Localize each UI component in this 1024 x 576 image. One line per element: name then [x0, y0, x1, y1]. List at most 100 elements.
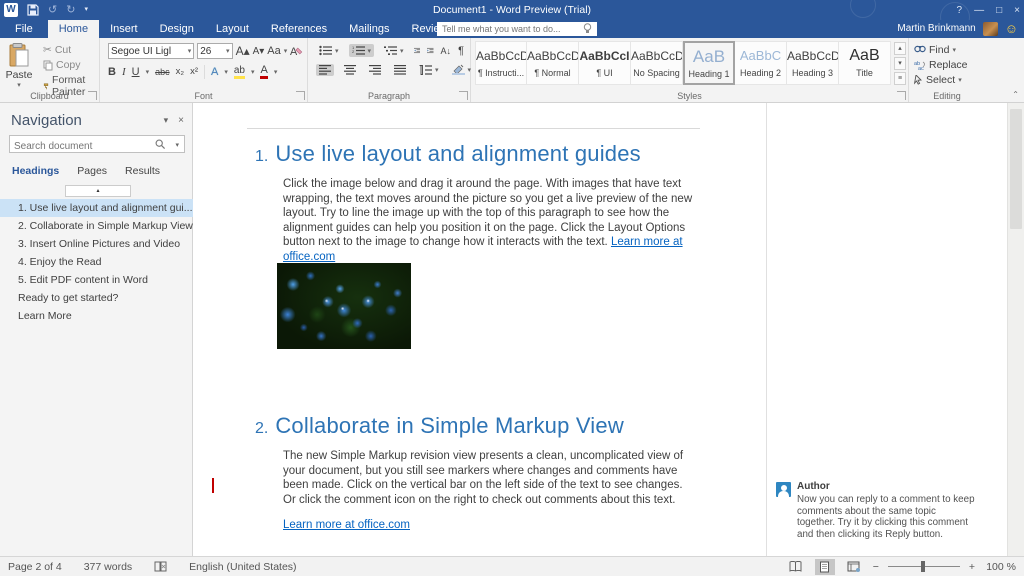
word-count[interactable]: 377 words — [84, 561, 132, 573]
select-dropdown-icon[interactable]: ▾ — [958, 76, 962, 84]
maximize-icon[interactable]: □ — [996, 5, 1002, 16]
vertical-scrollbar[interactable] — [1007, 103, 1024, 556]
nav-close-icon[interactable]: × — [178, 115, 184, 126]
style-instruction[interactable]: AaBbCcD ¶ Instructi... — [475, 41, 527, 85]
line-spacing-button[interactable]: ▾ — [416, 64, 442, 76]
proofing-status-icon[interactable] — [154, 561, 167, 572]
align-center-button[interactable] — [341, 64, 359, 76]
search-input[interactable] — [10, 139, 140, 154]
style-heading2[interactable]: AaBbC Heading 2 — [735, 41, 787, 85]
change-case-dropdown-icon[interactable]: ▾ — [284, 47, 288, 55]
font-dialog-launcher[interactable] — [296, 91, 305, 100]
strikethrough-button[interactable]: abc — [155, 67, 170, 77]
superscript-button[interactable]: x² — [190, 66, 198, 77]
styles-scroll-down-icon[interactable]: ▾ — [894, 57, 906, 70]
style-no-spacing[interactable]: AaBbCcD No Spacing — [631, 41, 683, 85]
style-ui[interactable]: AaBbCcI ¶ UI — [579, 41, 631, 85]
align-right-button[interactable] — [366, 64, 384, 76]
find-dropdown-icon[interactable]: ▾ — [952, 46, 956, 54]
bullets-button[interactable]: ▾ — [316, 44, 342, 57]
nav-heading-item[interactable]: 5. Edit PDF content in Word — [0, 271, 193, 289]
copy-button[interactable]: Copy — [40, 58, 97, 72]
justify-button[interactable] — [391, 64, 409, 76]
tab-design[interactable]: Design — [149, 20, 205, 38]
flowers-image[interactable] — [277, 263, 411, 349]
nav-tab-pages[interactable]: Pages — [77, 165, 107, 177]
print-layout-button[interactable] — [815, 559, 835, 575]
scrollbar-thumb[interactable] — [1010, 109, 1022, 229]
page-indicator[interactable]: Page 2 of 4 — [8, 561, 62, 573]
italic-button[interactable]: I — [122, 66, 126, 78]
font-size-combo[interactable]: 26 ▾ — [197, 43, 232, 59]
underline-button[interactable]: U — [132, 66, 140, 78]
search-dropdown-icon[interactable]: ▾ — [175, 141, 179, 149]
tab-insert[interactable]: Insert — [99, 20, 149, 38]
zoom-in-button[interactable]: + — [969, 561, 975, 573]
tab-references[interactable]: References — [260, 20, 338, 38]
style-heading1[interactable]: AaB Heading 1 — [683, 41, 735, 85]
multilevel-list-button[interactable]: ▾ — [381, 44, 407, 57]
zoom-slider[interactable] — [888, 566, 960, 567]
nav-heading-item[interactable]: Ready to get started? — [0, 289, 193, 307]
user-avatar[interactable] — [983, 22, 998, 36]
feedback-smiley-icon[interactable]: ☺ — [1005, 22, 1018, 35]
sort-icon[interactable]: A↓ — [441, 46, 452, 56]
style-title[interactable]: AaB Title — [839, 41, 891, 85]
text-effects-dropdown-icon[interactable]: ▾ — [224, 68, 228, 76]
find-button[interactable]: Find ▾ — [911, 42, 983, 57]
cut-button[interactable]: ✂ Cut — [40, 43, 97, 57]
paste-dropdown-icon[interactable]: ▾ — [2, 81, 36, 89]
clipboard-dialog-launcher[interactable] — [88, 91, 97, 100]
shrink-font-icon[interactable]: A▾ — [253, 46, 265, 57]
zoom-slider-thumb[interactable] — [921, 561, 925, 572]
grow-font-icon[interactable]: A▴ — [236, 44, 250, 58]
change-case-icon[interactable]: Aa — [267, 45, 280, 57]
read-mode-button[interactable] — [786, 559, 806, 575]
style-normal[interactable]: AaBbCcD ¶ Normal — [527, 41, 579, 85]
help-icon[interactable]: ? — [957, 5, 963, 16]
show-marks-icon[interactable]: ¶ — [458, 45, 464, 57]
tab-file[interactable]: File — [0, 20, 48, 38]
user-name[interactable]: Martin Brinkmann — [897, 23, 975, 34]
nav-tab-results[interactable]: Results — [125, 165, 160, 177]
highlight-dropdown-icon[interactable]: ▾ — [251, 68, 255, 76]
nav-heading-item[interactable]: 2. Collaborate in Simple Markup View — [0, 217, 193, 235]
underline-dropdown-icon[interactable]: ▾ — [146, 68, 150, 76]
decrease-indent-icon[interactable] — [414, 45, 421, 56]
collapse-ribbon-icon[interactable]: ⌃ — [1012, 90, 1019, 99]
revision-change-bar[interactable] — [212, 478, 214, 493]
nav-heading-item[interactable]: 1. Use live layout and alignment gui... — [0, 199, 193, 217]
subscript-button[interactable]: x₂ — [176, 66, 184, 77]
highlight-color-button[interactable]: ab — [234, 65, 245, 79]
nav-heading-item[interactable]: Learn More — [0, 307, 193, 325]
font-color-button[interactable]: A — [260, 64, 267, 79]
zoom-percentage[interactable]: 100 % — [984, 561, 1016, 573]
styles-more-icon[interactable]: ≡ — [894, 72, 906, 85]
close-icon[interactable]: × — [1014, 5, 1020, 16]
nav-heading-item[interactable]: 4. Enjoy the Read — [0, 253, 193, 271]
styles-scroll-up-icon[interactable]: ▴ — [894, 42, 906, 55]
paragraph-dialog-launcher[interactable] — [459, 91, 468, 100]
font-color-dropdown-icon[interactable]: ▾ — [274, 68, 278, 76]
tell-me-input[interactable] — [437, 22, 597, 36]
nav-collapse-button[interactable]: ▴ — [65, 185, 131, 197]
select-button[interactable]: Select ▾ — [911, 72, 983, 87]
numbering-button[interactable]: 12▾ — [349, 44, 375, 57]
bold-button[interactable]: B — [108, 66, 116, 78]
align-left-button[interactable] — [316, 64, 334, 76]
language-indicator[interactable]: English (United States) — [189, 561, 296, 573]
office-link[interactable]: Learn more at office.com — [283, 519, 410, 531]
clear-formatting-icon[interactable]: A — [290, 45, 303, 57]
nav-options-dropdown-icon[interactable]: ▾ — [164, 115, 169, 126]
document-canvas[interactable]: 1. Use live layout and alignment guides … — [193, 103, 1024, 556]
font-name-combo[interactable]: Segoe UI Ligl ▾ — [108, 43, 194, 59]
tab-mailings[interactable]: Mailings — [338, 20, 400, 38]
zoom-out-button[interactable]: − — [873, 561, 879, 573]
text-effects-button[interactable]: A — [211, 66, 218, 78]
web-layout-button[interactable] — [844, 559, 864, 575]
paste-button[interactable]: Paste ▾ — [2, 41, 36, 89]
nav-heading-item[interactable]: 3. Insert Online Pictures and Video — [0, 235, 193, 253]
search-icon[interactable] — [155, 139, 166, 150]
increase-indent-icon[interactable] — [427, 45, 434, 56]
tab-home[interactable]: Home — [48, 20, 99, 38]
